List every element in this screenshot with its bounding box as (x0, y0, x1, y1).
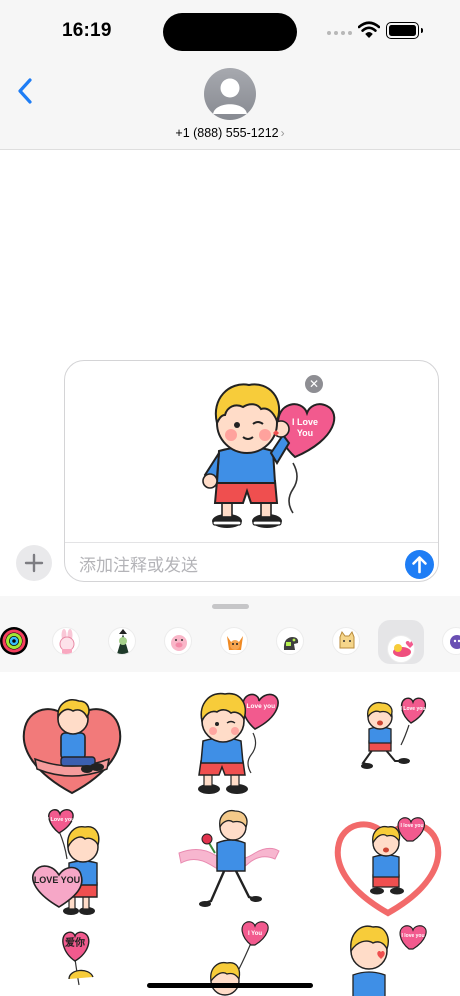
dynamic-island (163, 13, 297, 51)
running-boy-balloon-sticker[interactable]: I Love you (333, 689, 443, 799)
balloon-text: I Love you (243, 703, 275, 710)
balloon-text: 爱你 (65, 936, 85, 949)
balloon-text: I love you (401, 933, 424, 939)
cellular-signal-icon (327, 31, 352, 35)
status-bar: 16:19 (0, 0, 460, 62)
sticker-drawer: I Love you I Love you I Love you LOVE YO… (0, 596, 460, 996)
plus-icon (24, 553, 44, 573)
contact-name-button[interactable]: +1 (888) 555-1212 › (0, 126, 460, 140)
contact-chevron-icon: › (280, 126, 285, 140)
purple-sticker-pack-icon[interactable] (442, 627, 460, 655)
contact-avatar[interactable] (204, 68, 256, 120)
send-button[interactable] (405, 550, 434, 579)
drawer-grabber[interactable] (212, 604, 249, 609)
contact-name: +1 (888) 555-1212 (175, 126, 279, 140)
wifi-icon (358, 21, 380, 38)
boy-love-you-heart-sticker[interactable]: I Love you LOVE YOU (17, 809, 127, 919)
boy-on-heart-sticker[interactable] (17, 689, 127, 799)
app-strip (0, 620, 460, 666)
apps-plus-button[interactable] (16, 545, 52, 581)
compose-divider (65, 542, 438, 543)
bunny-sticker-pack-icon[interactable] (52, 627, 80, 655)
heart-text: LOVE YOU (34, 875, 80, 885)
svg-text:I Love: I Love (292, 417, 318, 427)
compose-field[interactable]: I Love You ✕ 添加注释或发送 (64, 360, 439, 582)
message-input-placeholder[interactable]: 添加注释或发送 (79, 551, 198, 576)
attached-sticker: I Love You (202, 383, 336, 528)
activity-app-icon[interactable] (0, 627, 28, 655)
balloon-text: I You (248, 931, 262, 937)
balloon-text: I love you (400, 823, 423, 829)
witch-sticker-pack-icon[interactable] (108, 627, 136, 655)
balloon-text: I Love you (47, 817, 74, 823)
remove-attachment-button[interactable]: ✕ (303, 373, 325, 395)
dino-sticker-pack-icon[interactable] (276, 627, 304, 655)
status-time: 16:19 (62, 20, 112, 41)
pig-sticker-pack-icon[interactable] (164, 627, 192, 655)
person-icon (213, 78, 247, 114)
home-indicator[interactable] (147, 983, 313, 988)
back-chevron-icon[interactable] (14, 76, 38, 106)
battery-icon (386, 22, 423, 39)
sticker-grid: I Love you I Love you I Love you LOVE YO… (0, 672, 460, 996)
boy-aini-balloon-sticker[interactable]: 爱你 (17, 919, 127, 996)
love-boy-sticker-pack-icon[interactable] (387, 635, 415, 663)
fox-sticker-pack-icon[interactable] (220, 627, 248, 655)
boy-kiss-sticker[interactable]: I love you (333, 919, 443, 996)
arrow-up-icon (412, 556, 427, 574)
boy-with-rose-sticker[interactable] (175, 809, 285, 919)
svg-text:You: You (297, 428, 313, 438)
balloon-text: I Love you (401, 706, 426, 712)
boy-in-heart-frame-sticker[interactable]: I love you (333, 809, 443, 919)
cat-sticker-pack-icon[interactable] (332, 627, 360, 655)
boy-with-balloon-sticker[interactable]: I Love you (175, 689, 285, 799)
